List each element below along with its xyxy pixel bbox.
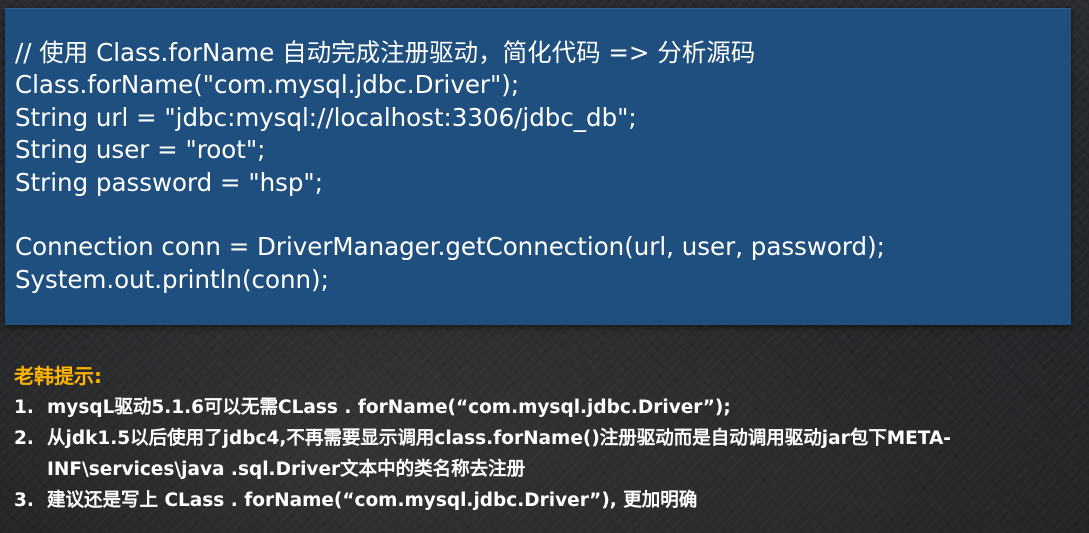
tips-title: 老韩提示: (14, 364, 102, 388)
tip-item: 1. mysqL驱动5.1.6可以无需CLass . forName(“com.… (14, 392, 1079, 423)
tip-number: 3. (14, 490, 34, 511)
code-line-user: String user = "root"; (15, 135, 266, 165)
code-line-println: System.out.println(conn); (15, 264, 329, 294)
tip-text: mysqL驱动5.1.6可以无需CLass . forName(“com.mys… (47, 397, 731, 418)
code-line-password: String password = "hsp"; (15, 167, 323, 197)
tip-text: 从jdk1.5以后使用了jdbc4,不再需要显示调用class.forName(… (47, 428, 951, 480)
code-line-connection: Connection conn = DriverManager.getConne… (15, 232, 885, 262)
code-line-url: String url = "jdbc:mysql://localhost:330… (15, 102, 637, 132)
code-comment-line: // 使用 Class.forName 自动完成注册驱动，简化代码 => 分析源… (15, 38, 756, 67)
tip-item: 3. 建议还是写上 CLass . forName(“com.mysql.jdb… (14, 485, 1079, 516)
code-block: // 使用 Class.forName 自动完成注册驱动，简化代码 => 分析源… (5, 8, 1071, 325)
tip-number: 1. (14, 397, 34, 418)
tip-number: 2. (14, 428, 34, 449)
tip-text: 建议还是写上 CLass . forName(“com.mysql.jdbc.D… (47, 490, 698, 511)
code-line-class-forname: Class.forName("com.mysql.jdbc.Driver"); (15, 70, 520, 100)
tip-item: 2. 从jdk1.5以后使用了jdbc4,不再需要显示调用class.forNa… (14, 423, 1079, 485)
tips-section: 老韩提示: 1. mysqL驱动5.1.6可以无需CLass . forName… (14, 362, 1079, 516)
